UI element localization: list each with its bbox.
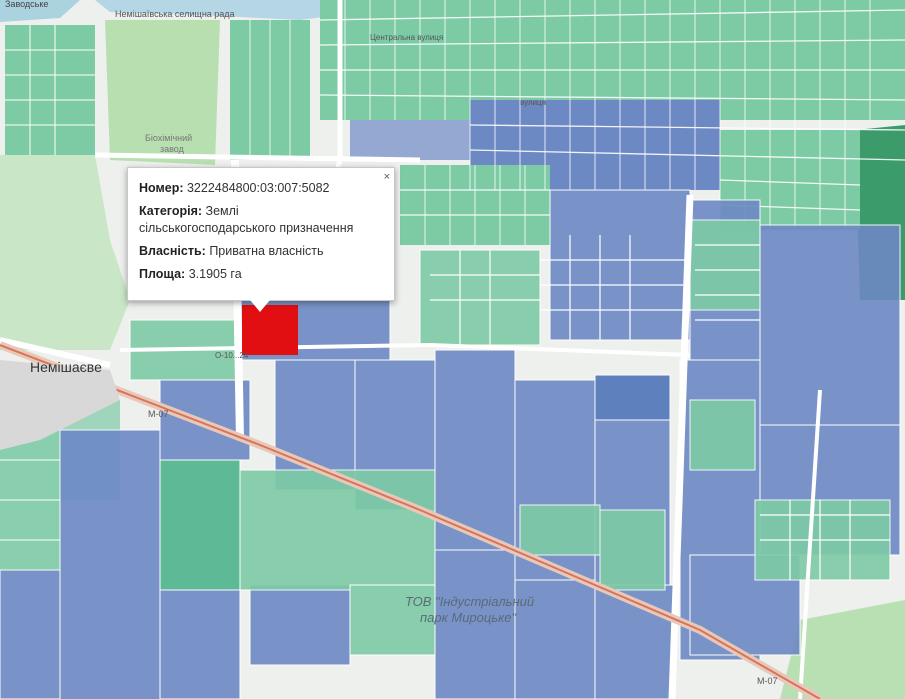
industrial-park-label-1: ТОВ "Індустріальний	[405, 594, 534, 609]
area-row: Площа: 3.1905 га	[139, 266, 384, 283]
biohimic-label-2: завод	[160, 144, 185, 154]
parcel-info-popup: × Номер: 3222484800:03:007:5082 Категорі…	[127, 167, 395, 301]
street-label-1: Центральна вулиця	[370, 33, 443, 42]
ownership-value: Приватна власність	[209, 244, 324, 258]
selected-parcel[interactable]	[242, 305, 298, 355]
popup-pointer	[250, 300, 270, 312]
category-label: Категорія:	[139, 204, 203, 218]
category-value-2: сільськогосподарського призначення	[139, 221, 354, 235]
number-row: Номер: 3222484800:03:007:5082	[139, 180, 384, 197]
ownership-row: Власність: Приватна власність	[139, 243, 384, 260]
category-value-1: Землі	[205, 204, 239, 218]
area-value: 3.1905 га	[188, 267, 242, 281]
settlement-council-label: Немішаївська селищна рада	[115, 9, 235, 19]
ownership-label: Власність:	[139, 244, 206, 258]
town-label: Немішаєве	[30, 359, 102, 375]
road-o10-label: О-10...24	[215, 351, 249, 360]
area-label: Площа:	[139, 267, 186, 281]
number-value: 3222484800:03:007:5082	[186, 181, 330, 195]
biohimic-label-1: Біохімічний	[145, 133, 192, 143]
cadastral-map[interactable]: Немішаєве ТОВ "Індустріальний парк Мироц…	[0, 0, 905, 699]
industrial-park-label-2: парк Мироцьке"	[420, 610, 518, 625]
number-label: Номер:	[139, 181, 184, 195]
category-row: Категорія: Землі сільськогосподарського …	[139, 203, 384, 237]
road-m07-label-a: М-07	[148, 409, 169, 419]
road-m07-label-b: М-07	[757, 676, 778, 686]
zavodske-label: Заводське	[5, 0, 48, 9]
street-label-2: вулиця	[520, 98, 546, 107]
close-icon[interactable]: ×	[384, 169, 390, 186]
